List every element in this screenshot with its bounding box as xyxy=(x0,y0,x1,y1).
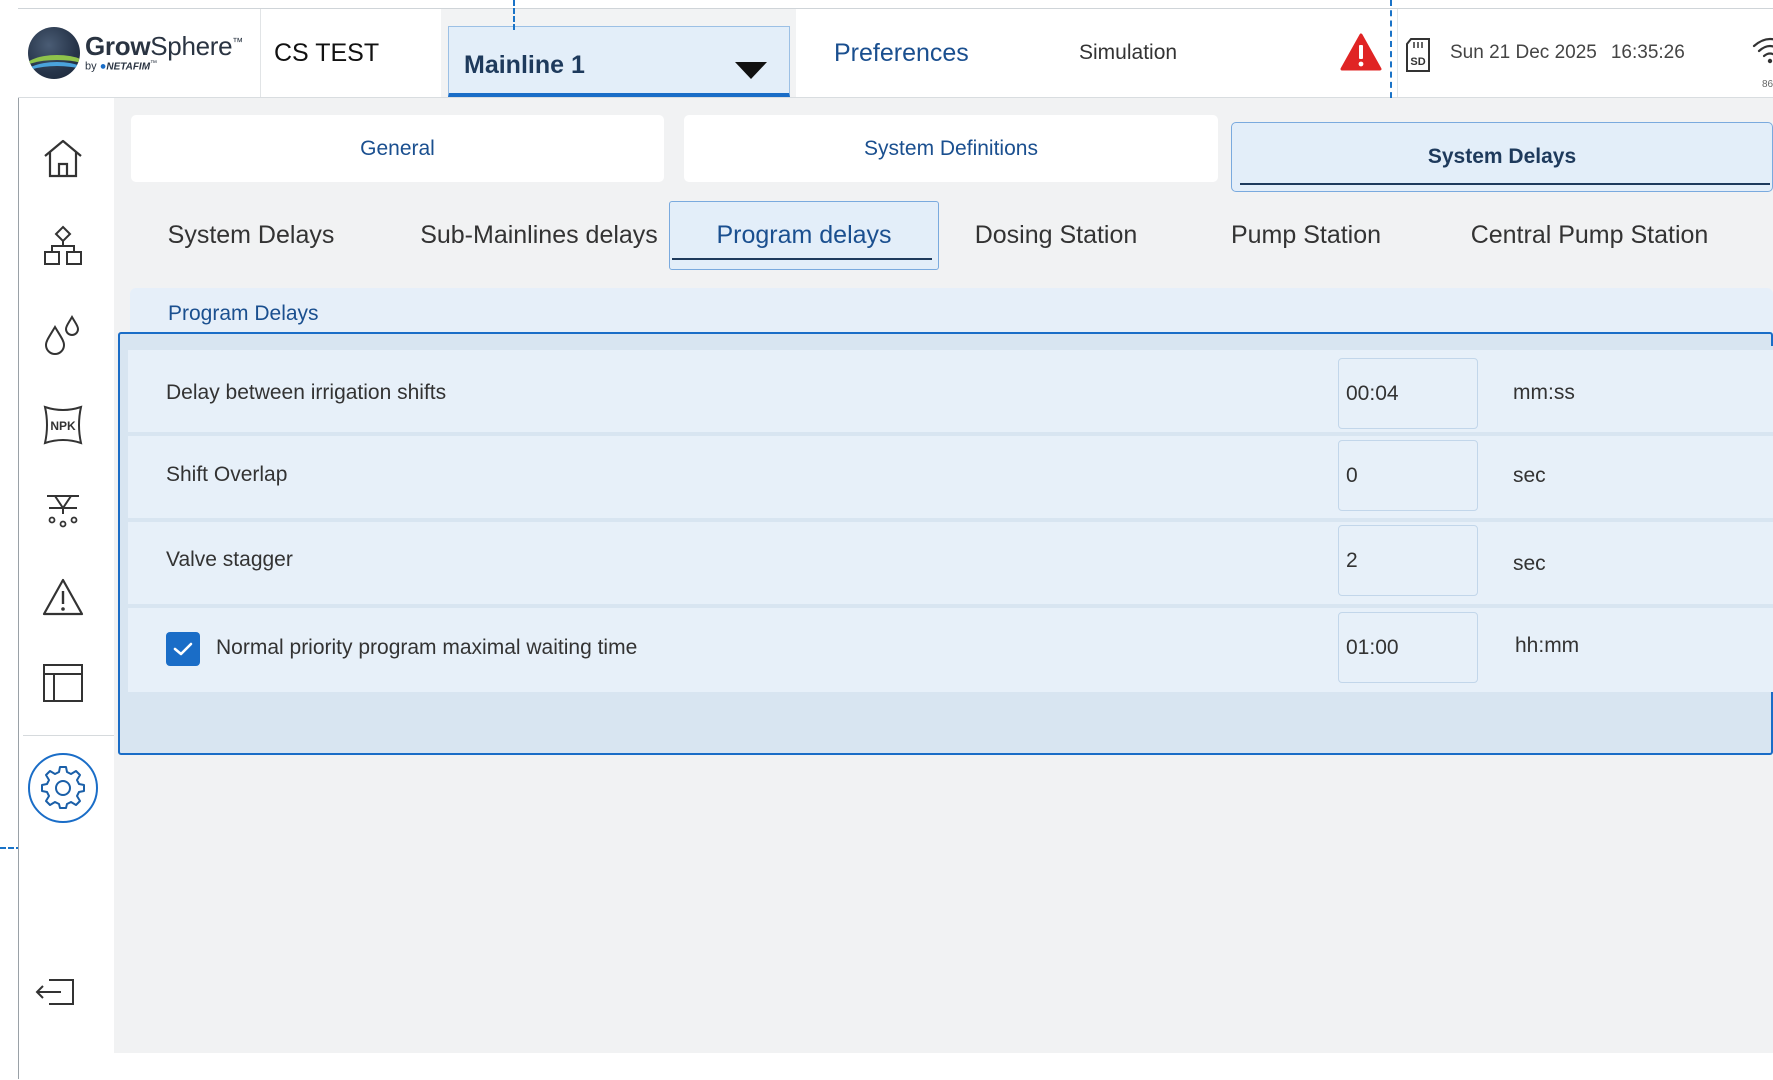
growsphere-globe-icon xyxy=(28,27,80,79)
shift-overlap-input[interactable]: 0 xyxy=(1338,440,1478,511)
sidebar-item-home[interactable] xyxy=(41,136,85,180)
sidebar-item-network[interactable] xyxy=(41,224,85,268)
guide-line xyxy=(513,0,515,30)
setting-row-valve-stagger: Valve stagger 2 sec xyxy=(128,518,1773,606)
current-date: Sun 21 Dec 2025 xyxy=(1450,42,1597,63)
unit-label: sec xyxy=(1513,464,1546,487)
svg-text:SD: SD xyxy=(1410,56,1425,68)
date-time: Sun 21 Dec 2025 16:35:26 xyxy=(1450,42,1699,64)
section-header: Program Delays xyxy=(130,288,1773,336)
npk-bag-icon: NPK xyxy=(43,405,83,445)
section-body: Delay between irrigation shifts 00:04 mm… xyxy=(118,332,1773,755)
top-bar: GrowSphere™ by ●NETAFIM™ CS TEST Mainlin… xyxy=(18,8,1773,98)
checkmark-icon xyxy=(173,642,193,656)
sidebar-divider xyxy=(23,735,115,736)
wifi-icon xyxy=(1752,37,1773,64)
gear-icon xyxy=(41,766,85,809)
logo: GrowSphere™ by ●NETAFIM™ xyxy=(18,9,261,97)
sidebar-item-settings[interactable] xyxy=(28,753,98,823)
logo-subtitle: by ●NETAFIM™ xyxy=(85,60,158,73)
unit-label: sec xyxy=(1513,552,1546,575)
subtab-pump-station[interactable]: Pump Station xyxy=(1226,203,1386,267)
unit-label: hh:mm xyxy=(1515,634,1580,657)
subtab-system-delays[interactable]: System Delays xyxy=(156,203,346,267)
sidebar-item-fertigation[interactable]: NPK xyxy=(41,403,85,447)
max-waiting-time-checkbox[interactable] xyxy=(166,632,200,666)
logout-button[interactable] xyxy=(33,970,77,1014)
svg-text:NPK: NPK xyxy=(50,419,76,433)
sidebar: NPK xyxy=(18,98,115,1079)
header-right: Preferences Simulation SD Sun 21 Dec 202… xyxy=(796,9,1773,97)
setting-row-shift-overlap: Shift Overlap 0 sec xyxy=(128,432,1773,520)
sidebar-item-water[interactable] xyxy=(41,313,85,357)
tab-general[interactable]: General xyxy=(131,115,664,182)
preferences-link[interactable]: Preferences xyxy=(834,39,969,68)
network-icon xyxy=(44,225,82,265)
subtab-dosing-station[interactable]: Dosing Station xyxy=(966,203,1146,267)
wifi-signal-value: 86 xyxy=(1762,79,1773,90)
water-drops-icon xyxy=(44,314,80,355)
current-time: 16:35:26 xyxy=(1610,42,1685,63)
sidebar-item-alarms[interactable] xyxy=(41,576,85,620)
sd-card-icon: SD xyxy=(1406,38,1430,72)
subtab-central-pump-station[interactable]: Central Pump Station xyxy=(1462,203,1717,267)
setting-label: Shift Overlap xyxy=(166,463,288,486)
setting-label: Normal priority program maximal waiting … xyxy=(216,636,638,659)
header-divider xyxy=(1397,9,1398,97)
valve-stagger-input[interactable]: 2 xyxy=(1338,525,1478,596)
section-title: Program Delays xyxy=(168,302,319,325)
main-content: General System Definitions System Delays… xyxy=(114,98,1773,1053)
subtab-program-delays[interactable]: Program delays xyxy=(669,201,939,270)
setting-label: Valve stagger xyxy=(166,548,293,571)
setting-row-max-waiting-time: Normal priority program maximal waiting … xyxy=(128,604,1773,692)
delay-between-shifts-input[interactable]: 00:04 xyxy=(1338,358,1478,429)
tab-system-definitions[interactable]: System Definitions xyxy=(684,115,1218,182)
program-delays-section: Program Delays Delay between irrigation … xyxy=(118,288,1773,755)
max-waiting-time-input[interactable]: 01:00 xyxy=(1338,612,1478,683)
logo-wordmark: GrowSphere™ xyxy=(85,31,243,62)
logout-icon xyxy=(35,979,74,1005)
mainline-dropdown[interactable]: Mainline 1 xyxy=(448,26,790,97)
sidebar-item-valves[interactable] xyxy=(41,488,85,532)
subtab-sub-mainlines-delays[interactable]: Sub-Mainlines delays xyxy=(414,203,664,267)
setting-label: Delay between irrigation shifts xyxy=(166,381,447,404)
alarm-warning-icon[interactable] xyxy=(1340,33,1382,71)
mainline-dropdown-label: Mainline 1 xyxy=(464,50,585,79)
setting-row-delay-between-shifts: Delay between irrigation shifts 00:04 mm… xyxy=(128,346,1773,434)
tab-system-delays[interactable]: System Delays xyxy=(1231,122,1773,192)
simulation-link[interactable]: Simulation xyxy=(1079,41,1177,65)
chevron-down-icon xyxy=(735,62,767,79)
sidebar-item-reports[interactable] xyxy=(41,661,85,705)
home-icon xyxy=(44,139,82,178)
table-layout-icon xyxy=(43,664,83,702)
unit-label: mm:ss xyxy=(1513,381,1575,404)
site-name: CS TEST xyxy=(261,9,441,97)
warning-icon xyxy=(42,578,84,616)
sprinkler-icon xyxy=(47,495,79,528)
